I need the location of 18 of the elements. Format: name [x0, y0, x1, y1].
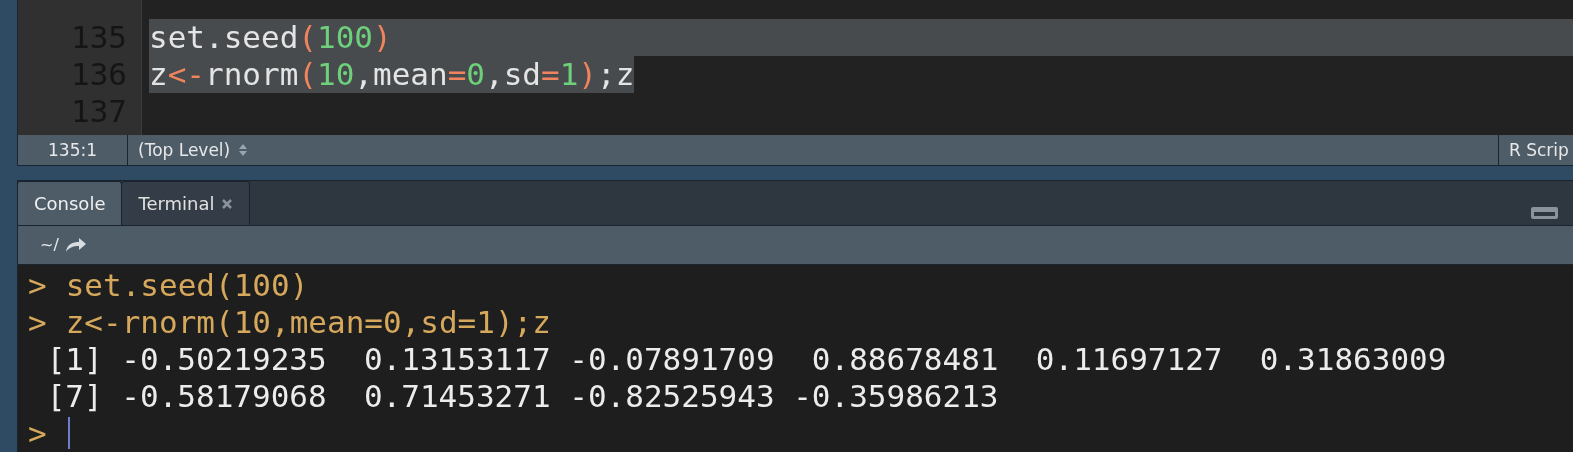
prompt-symbol: >: [28, 267, 47, 304]
prompt-symbol: >: [28, 415, 47, 452]
scope-selector[interactable]: (Top Level): [128, 135, 1498, 166]
working-directory[interactable]: ~/: [40, 233, 59, 258]
console-result: [1] -0.50219235 0.13153117 -0.07891709 0.88678481 0.11697127 0.31863009: [45, 341, 1447, 378]
console-result: [7] -0.58179068 0.71453271 -0.82525943 -0.35986213: [45, 378, 999, 415]
up-down-arrows-icon: [238, 143, 249, 158]
file-type[interactable]: R Scrip: [1498, 135, 1573, 166]
cursor-position: 135:1: [18, 135, 128, 166]
console-command: set.seed(100): [65, 267, 309, 304]
prompt-symbol: >: [28, 304, 47, 341]
arrow-icon[interactable]: [64, 237, 87, 254]
close-icon[interactable]: [220, 197, 233, 210]
console-command: z<-rnorm(10,mean=0,sd=1);z: [65, 304, 551, 341]
minimize-icon[interactable]: [1531, 207, 1558, 220]
text-cursor[interactable]: [67, 417, 70, 450]
panel-tab[interactable]: Terminal: [122, 181, 250, 226]
panel-tab[interactable]: Console: [18, 181, 123, 226]
